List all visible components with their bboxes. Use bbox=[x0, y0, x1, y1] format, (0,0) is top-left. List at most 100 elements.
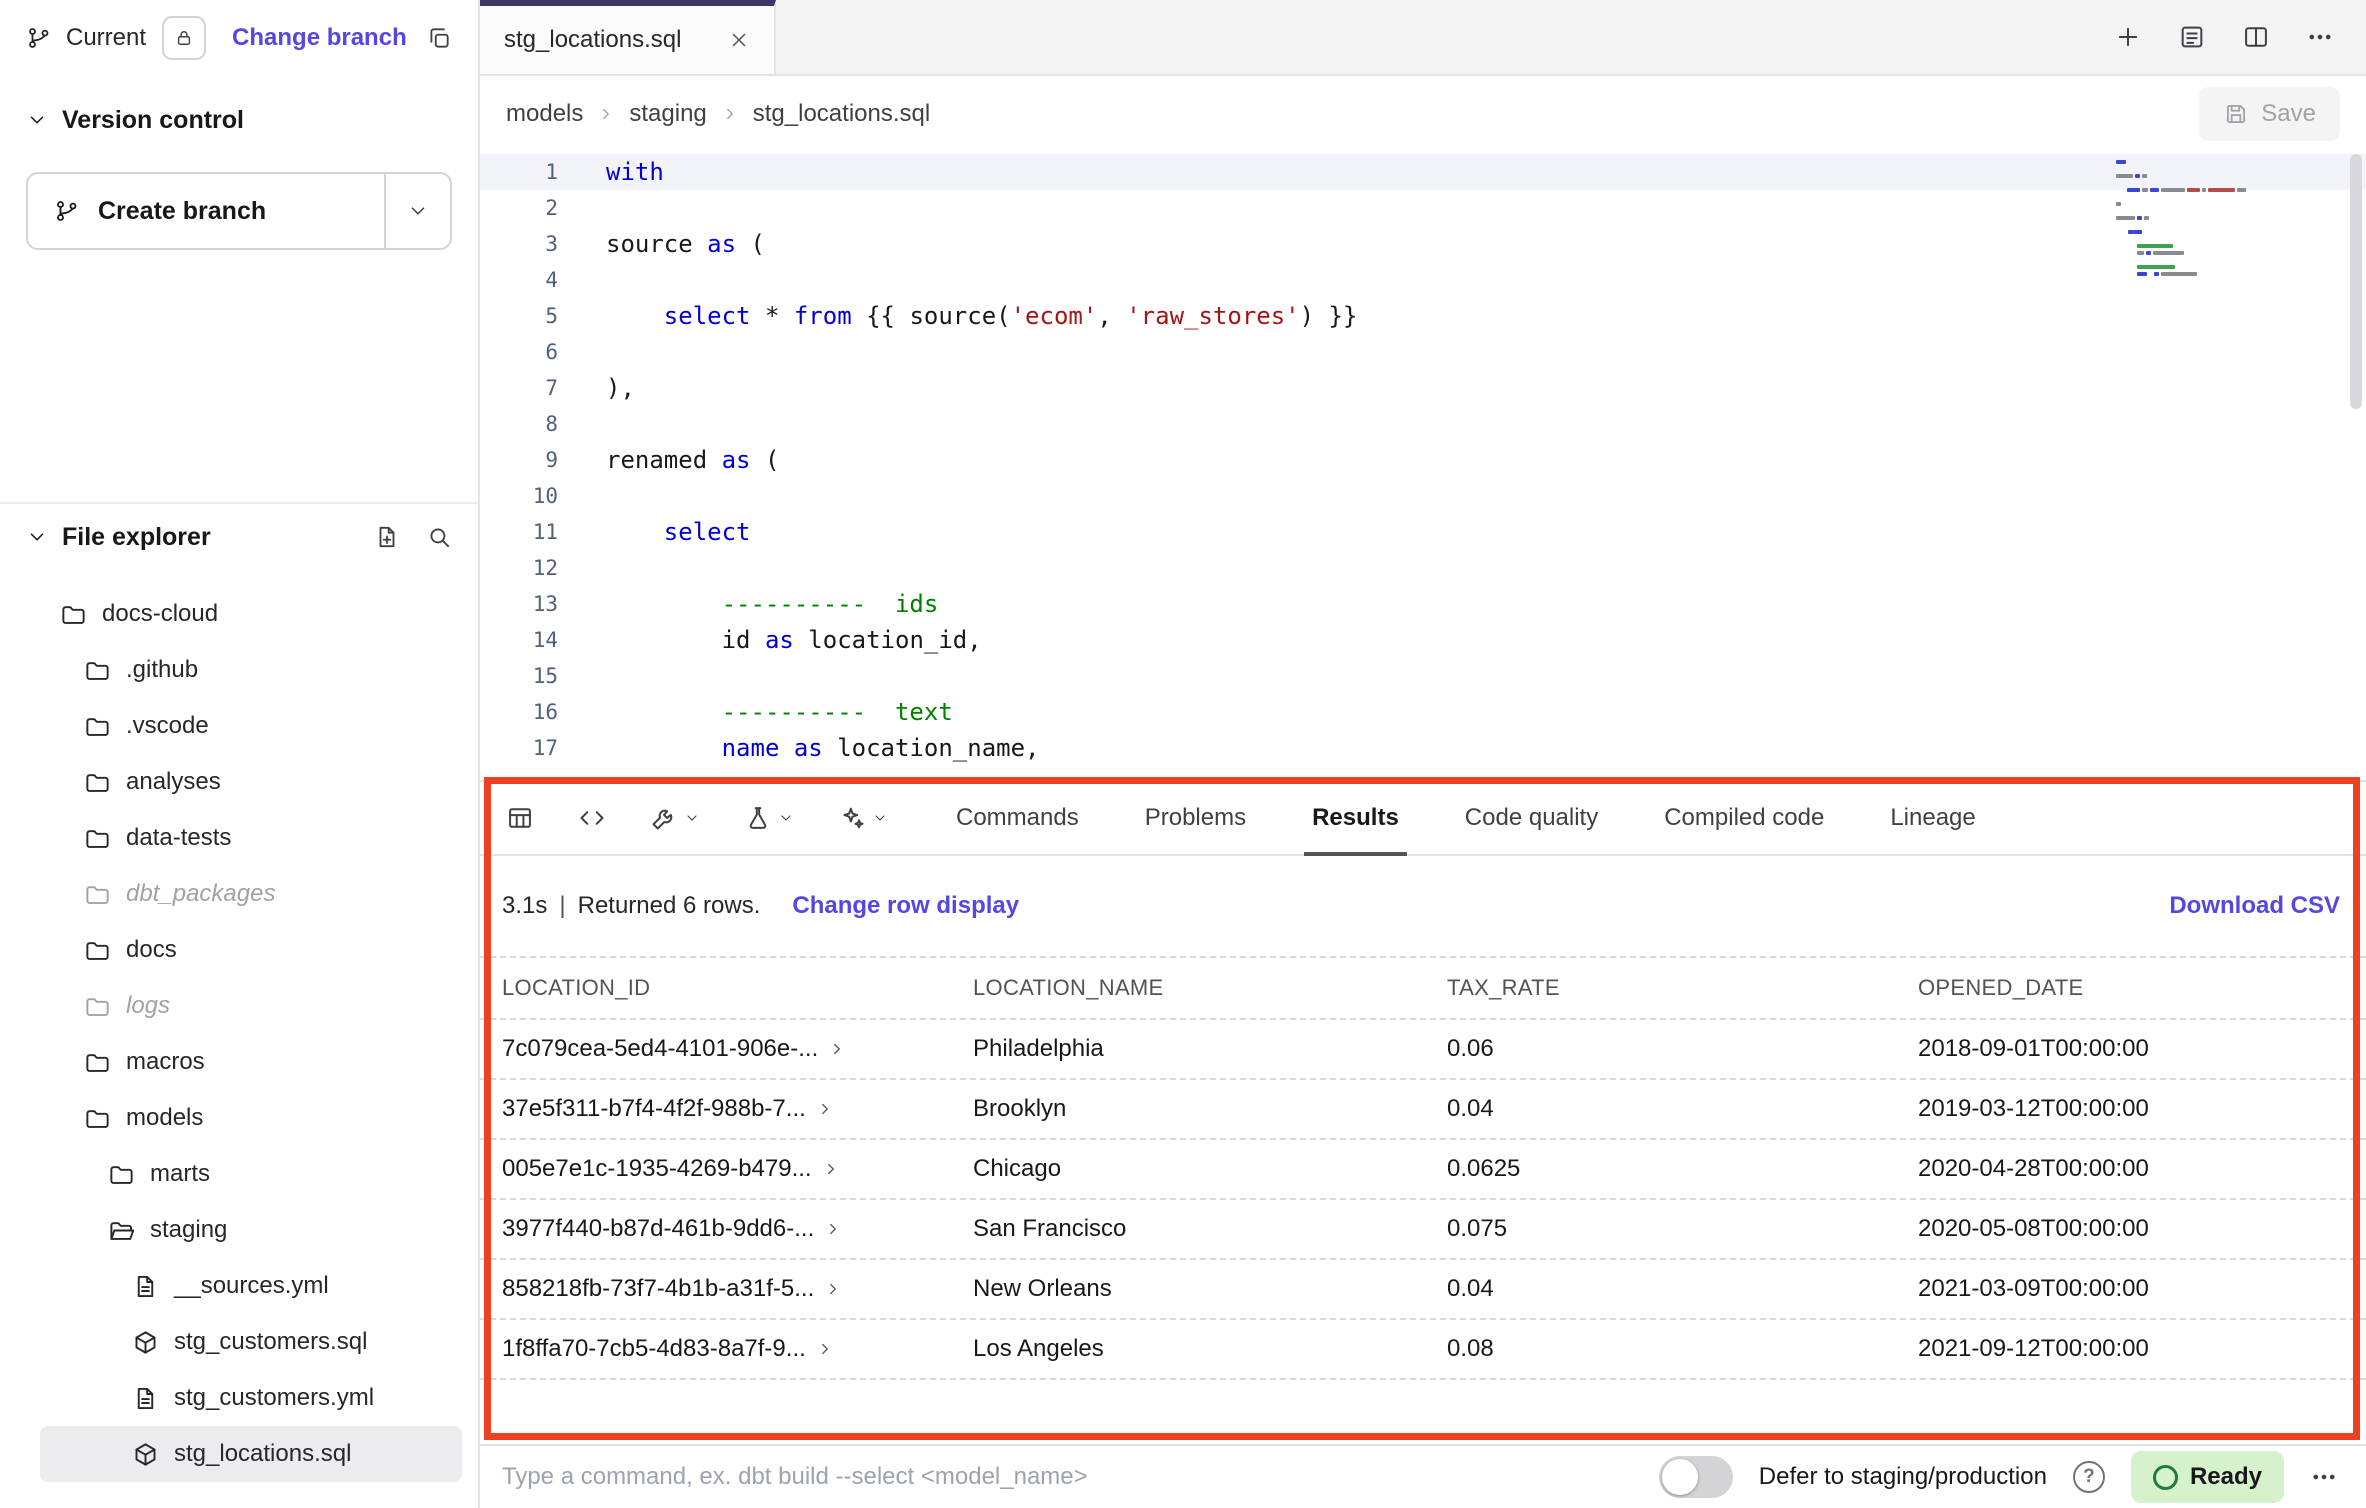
code-line-10[interactable]: 10 bbox=[480, 478, 2366, 514]
panel-tab-results[interactable]: Results bbox=[1312, 782, 1399, 854]
tree-item-dbt-packages[interactable]: dbt_packages bbox=[40, 866, 462, 922]
download-csv-link[interactable]: Download CSV bbox=[2169, 892, 2340, 920]
copy-branch-button[interactable] bbox=[426, 25, 452, 51]
expand-cell-icon[interactable] bbox=[816, 1100, 834, 1118]
code-line-1[interactable]: 1with bbox=[480, 154, 2366, 190]
expand-cell-icon[interactable] bbox=[816, 1340, 834, 1358]
code-line-7[interactable]: 7), bbox=[480, 370, 2366, 406]
tree-item-stg-locations-sql[interactable]: stg_locations.sql bbox=[40, 1426, 462, 1482]
tree-item--github[interactable]: .github bbox=[40, 642, 462, 698]
new-file-icon[interactable] bbox=[374, 524, 400, 550]
tree-item-staging[interactable]: staging bbox=[40, 1202, 462, 1258]
tree-item-logs[interactable]: logs bbox=[40, 978, 462, 1034]
change-row-display-link[interactable]: Change row display bbox=[792, 892, 1019, 920]
chevron-down-icon bbox=[26, 109, 48, 131]
code-editor[interactable]: 1with23source as (45 select * from {{ so… bbox=[480, 152, 2366, 780]
panel-tab-code-quality[interactable]: Code quality bbox=[1465, 782, 1598, 854]
result-row[interactable]: 3977f440-b87d-461b-9dd6-...San Francisco… bbox=[480, 1200, 2366, 1260]
command-input[interactable] bbox=[502, 1463, 1322, 1491]
branch-bar: Current Change branch bbox=[0, 0, 478, 76]
close-tab-icon[interactable] bbox=[728, 29, 750, 51]
panel-tab-compiled-code[interactable]: Compiled code bbox=[1664, 782, 1824, 854]
chevron-down-icon bbox=[407, 200, 429, 222]
test-dropdown-button[interactable] bbox=[744, 804, 794, 832]
code-line-6[interactable]: 6 bbox=[480, 334, 2366, 370]
bottom-panel: Commands Problems Results Code quality Compi… bbox=[480, 780, 2366, 1444]
folder-open-icon bbox=[108, 1217, 135, 1244]
build-dropdown-button[interactable] bbox=[650, 804, 700, 832]
split-editor-button[interactable] bbox=[2242, 23, 2270, 51]
code-line-17[interactable]: 17 name as location_name, bbox=[480, 730, 2366, 766]
new-tab-button[interactable] bbox=[2114, 23, 2142, 51]
version-control-header[interactable]: Version control bbox=[0, 92, 478, 148]
panel-toolbar: Commands Problems Results Code quality Compi… bbox=[480, 782, 2366, 856]
result-cell: 0.04 bbox=[1447, 1275, 1918, 1303]
panel-tab-commands[interactable]: Commands bbox=[956, 782, 1079, 854]
result-row[interactable]: 1f8ffa70-7cb5-4d83-8a7f-9...Los Angeles0… bbox=[480, 1320, 2366, 1380]
tree-item--vscode[interactable]: .vscode bbox=[40, 698, 462, 754]
expand-cell-icon[interactable] bbox=[824, 1220, 842, 1238]
save-button[interactable]: Save bbox=[2199, 87, 2340, 141]
tree-item-macros[interactable]: macros bbox=[40, 1034, 462, 1090]
tree-item--sources-yml[interactable]: __sources.yml bbox=[40, 1258, 462, 1314]
create-branch-button[interactable]: Create branch bbox=[26, 172, 452, 250]
tree-item-label: models bbox=[126, 1104, 203, 1132]
editor-scrollbar[interactable] bbox=[2350, 154, 2362, 409]
result-cell: 0.0625 bbox=[1447, 1155, 1918, 1183]
result-row[interactable]: 7c079cea-5ed4-4101-906e-...Philadelphia0… bbox=[480, 1020, 2366, 1080]
command-bar-more-button[interactable] bbox=[2310, 1463, 2338, 1491]
panel-tab-problems[interactable]: Problems bbox=[1145, 782, 1246, 854]
result-cell: Chicago bbox=[973, 1155, 1447, 1183]
editor-list-button[interactable] bbox=[2178, 23, 2206, 51]
preview-results-button[interactable] bbox=[506, 804, 534, 832]
tree-item-data-tests[interactable]: data-tests bbox=[40, 810, 462, 866]
tree-item-marts[interactable]: marts bbox=[40, 1146, 462, 1202]
code-line-3[interactable]: 3source as ( bbox=[480, 226, 2366, 262]
code-line-2[interactable]: 2 bbox=[480, 190, 2366, 226]
result-row[interactable]: 37e5f311-b7f4-4f2f-988b-7...Brooklyn0.04… bbox=[480, 1080, 2366, 1140]
tree-item-docs-cloud[interactable]: docs-cloud bbox=[40, 586, 462, 642]
search-icon[interactable] bbox=[426, 524, 452, 550]
result-row[interactable]: 005e7e1c-1935-4269-b479...Chicago0.06252… bbox=[480, 1140, 2366, 1200]
create-branch-main[interactable]: Create branch bbox=[28, 174, 384, 248]
tabbar-more-button[interactable] bbox=[2306, 23, 2334, 51]
tab-stg-locations-sql[interactable]: stg_locations.sql bbox=[480, 0, 776, 74]
help-icon[interactable]: ? bbox=[2073, 1461, 2105, 1493]
code-line-9[interactable]: 9renamed as ( bbox=[480, 442, 2366, 478]
panel-tab-lineage[interactable]: Lineage bbox=[1890, 782, 1975, 854]
result-cell: 858218fb-73f7-4b1b-a31f-5... bbox=[480, 1275, 973, 1303]
breadcrumb-item[interactable]: models bbox=[506, 100, 583, 128]
ai-assist-dropdown-button[interactable] bbox=[838, 804, 888, 832]
tree-item-stg-customers-sql[interactable]: stg_customers.sql bbox=[40, 1314, 462, 1370]
code-line-13[interactable]: 13 ---------- ids bbox=[480, 586, 2366, 622]
code-line-11[interactable]: 11 select bbox=[480, 514, 2366, 550]
tree-item-docs[interactable]: docs bbox=[40, 922, 462, 978]
expand-cell-icon[interactable] bbox=[828, 1040, 846, 1058]
expand-cell-icon[interactable] bbox=[822, 1160, 840, 1178]
tree-item-analyses[interactable]: analyses bbox=[40, 754, 462, 810]
file-explorer-header[interactable]: File explorer bbox=[0, 504, 478, 570]
code-text: source as ( bbox=[558, 226, 765, 262]
tree-item-label: data-tests bbox=[126, 824, 231, 852]
code-line-16[interactable]: 16 ---------- text bbox=[480, 694, 2366, 730]
code-line-12[interactable]: 12 bbox=[480, 550, 2366, 586]
result-row[interactable]: 858218fb-73f7-4b1b-a31f-5...New Orleans0… bbox=[480, 1260, 2366, 1320]
code-line-14[interactable]: 14 id as location_id, bbox=[480, 622, 2366, 658]
change-branch-link[interactable]: Change branch bbox=[232, 24, 407, 52]
create-branch-dropdown[interactable] bbox=[384, 174, 450, 248]
split-view-icon bbox=[2242, 23, 2270, 51]
code-line-4[interactable]: 4 bbox=[480, 262, 2366, 298]
tree-item-models[interactable]: models bbox=[40, 1090, 462, 1146]
code-line-5[interactable]: 5 select * from {{ source('ecom', 'raw_s… bbox=[480, 298, 2366, 334]
expand-cell-icon[interactable] bbox=[824, 1280, 842, 1298]
code-line-15[interactable]: 15 bbox=[480, 658, 2366, 694]
code-line-8[interactable]: 8 bbox=[480, 406, 2366, 442]
folder-icon bbox=[84, 1105, 111, 1132]
breadcrumb-item[interactable]: stg_locations.sql bbox=[753, 100, 930, 128]
tree-item-label: stg_customers.yml bbox=[174, 1384, 374, 1412]
compile-code-button[interactable] bbox=[578, 804, 606, 832]
minimap[interactable] bbox=[2116, 160, 2248, 279]
tree-item-stg-customers-yml[interactable]: stg_customers.yml bbox=[40, 1370, 462, 1426]
breadcrumb-item[interactable]: staging bbox=[629, 100, 706, 128]
defer-toggle[interactable] bbox=[1659, 1456, 1733, 1498]
